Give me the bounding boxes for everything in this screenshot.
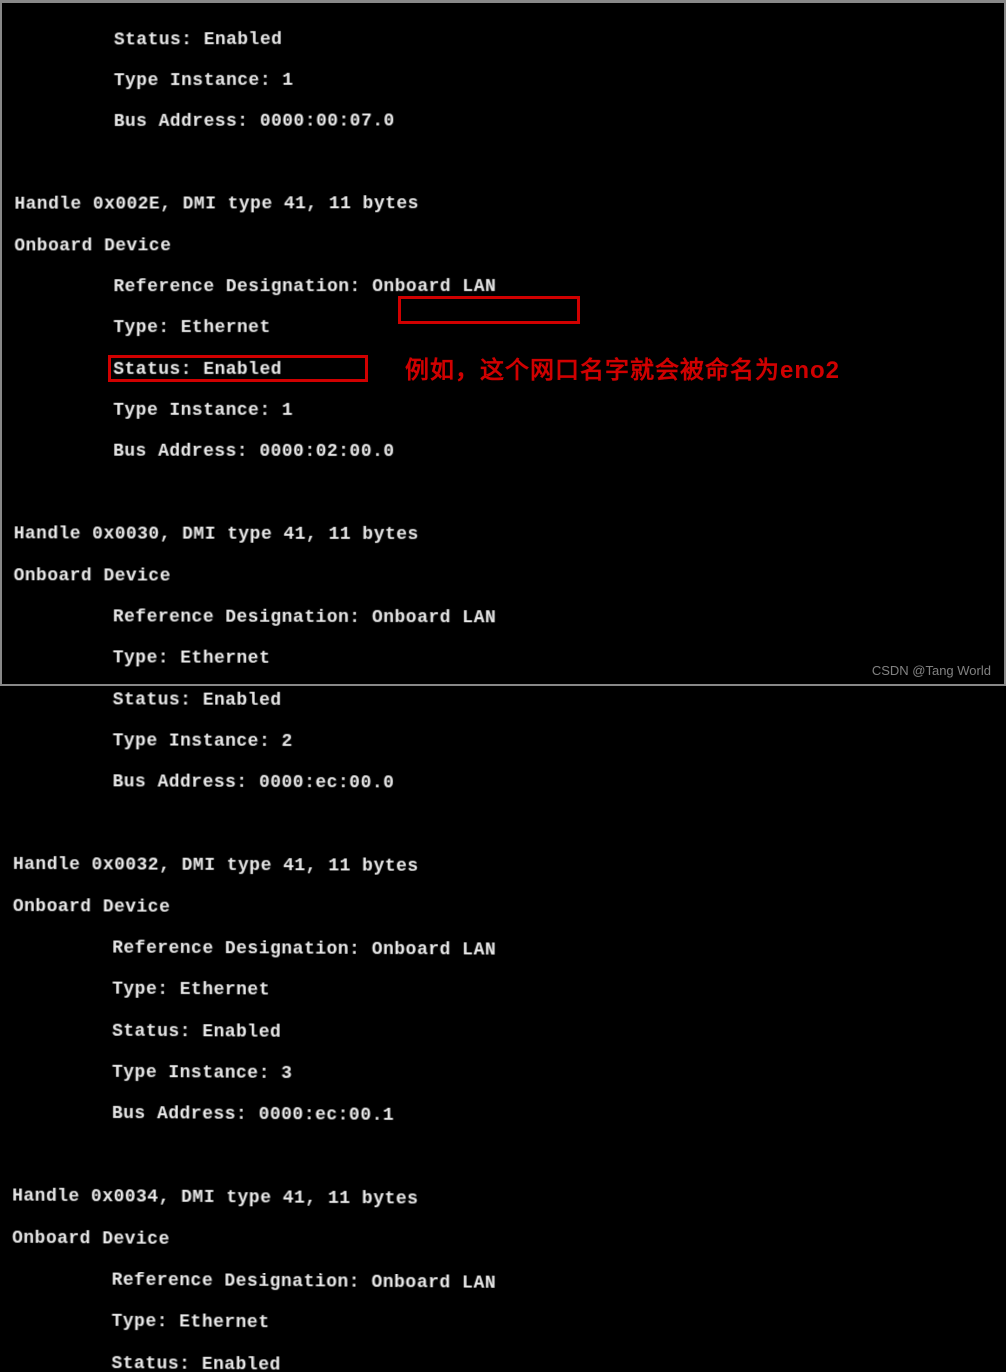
blank-line [14, 483, 997, 505]
watermark: CSDN @Tang World [872, 663, 991, 678]
status-line: Status: Enabled [13, 1021, 998, 1048]
ref-designation-line: Reference Designation: Onboard LAN [14, 607, 997, 630]
annotation-text: 例如，这个网口名字就会被命名为eno2 [405, 350, 840, 385]
status-line: Status: Enabled [12, 1353, 998, 1372]
blank-line [12, 1145, 997, 1173]
blank-line [13, 814, 997, 839]
ref-designation-line: Reference Designation: Onboard LAN [14, 277, 996, 298]
bus-address-line: Bus Address: 0000:ec:00.1 [12, 1104, 997, 1131]
handle-line: Handle 0x002E, DMI type 41, 11 bytes [14, 194, 995, 216]
blank-line [15, 152, 996, 174]
type-line: Type: Ethernet [14, 318, 996, 339]
handle-line: Handle 0x0030, DMI type 41, 11 bytes [14, 525, 997, 547]
type-instance-line: Type Instance: 1 [14, 401, 996, 422]
device-line: Onboard Device [14, 235, 995, 257]
type-line: Type: Ethernet [12, 1311, 998, 1340]
ref-designation-line: Reference Designation: Onboard LAN [12, 1270, 998, 1299]
device-line: Onboard Device [14, 566, 997, 589]
type-instance-line: Type Instance: 2 [13, 731, 997, 755]
device-line: Onboard Device [13, 897, 997, 923]
status-line: Status: Enabled [13, 690, 996, 714]
handle-line: Handle 0x0032, DMI type 41, 11 bytes [13, 855, 997, 880]
type-line: Type: Ethernet [13, 979, 998, 1005]
type-instance-line: Type Instance: 3 [12, 1062, 997, 1089]
bus-address-line: Bus Address: 0000:ec:00.0 [13, 772, 997, 797]
type-line: Type: Ethernet [13, 648, 996, 671]
type-instance-line: Type Instance: 1 [15, 69, 996, 92]
ref-designation-line: Reference Designation: Onboard LAN [13, 938, 998, 964]
terminal-output: Status: Enabled Type Instance: 1 Bus Add… [1, 0, 1006, 688]
ref-designation-value: Onboard LAN [372, 608, 496, 628]
status-line: Status: Enabled [15, 28, 996, 51]
handle-line: Handle 0x0034, DMI type 41, 11 bytes [12, 1187, 998, 1215]
bus-address-line: Bus Address: 0000:02:00.0 [14, 442, 996, 464]
device-line: Onboard Device [12, 1228, 998, 1257]
bus-address-line: Bus Address: 0000:00:07.0 [15, 111, 996, 134]
